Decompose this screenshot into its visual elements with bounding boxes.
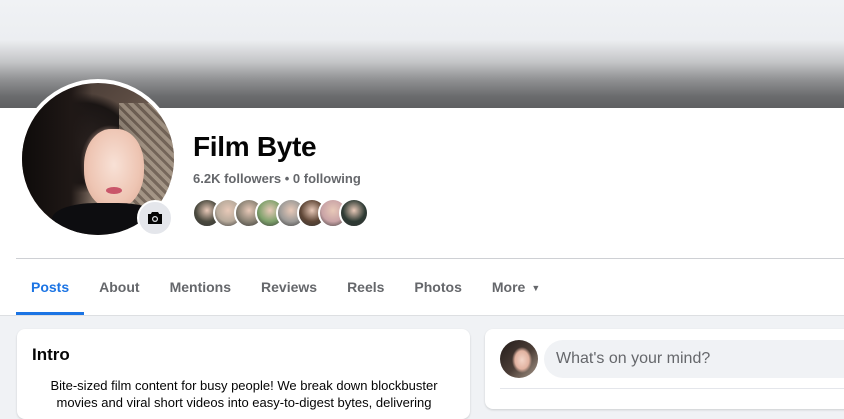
profile-name: Film Byte (193, 131, 317, 162)
intro-card: Intro Bite-sized film content for busy p… (17, 329, 470, 419)
update-profile-picture-button[interactable] (137, 200, 173, 236)
intro-title: Intro (32, 345, 70, 364)
tab-about[interactable]: About (84, 259, 154, 315)
tab-posts[interactable]: Posts (16, 259, 85, 315)
camera-icon (148, 212, 162, 224)
tab-reviews[interactable]: Reviews (246, 259, 332, 315)
avatar-face (84, 129, 144, 209)
tab-reels[interactable]: Reels (332, 259, 399, 315)
follower-avatar[interactable] (339, 198, 369, 228)
follower-stats[interactable]: 6.2K followers • 0 following (193, 171, 361, 186)
tab-photos[interactable]: Photos (399, 259, 476, 315)
follower-avatars[interactable] (192, 198, 369, 228)
avatar-lips (106, 187, 122, 194)
tab-more-label: More (491, 279, 526, 295)
profile-tabs: Posts About Mentions Reviews Reels Photo… (16, 258, 844, 315)
composer-input[interactable]: What's on your mind? (544, 340, 844, 378)
post-composer: What's on your mind? (485, 329, 844, 409)
tab-more[interactable]: More ▼ (477, 259, 555, 315)
composer-divider (500, 388, 844, 389)
tab-mentions[interactable]: Mentions (155, 259, 246, 315)
intro-bio: Bite-sized film content for busy people!… (50, 378, 438, 410)
composer-avatar[interactable] (500, 340, 538, 378)
caret-down-icon: ▼ (531, 283, 541, 293)
